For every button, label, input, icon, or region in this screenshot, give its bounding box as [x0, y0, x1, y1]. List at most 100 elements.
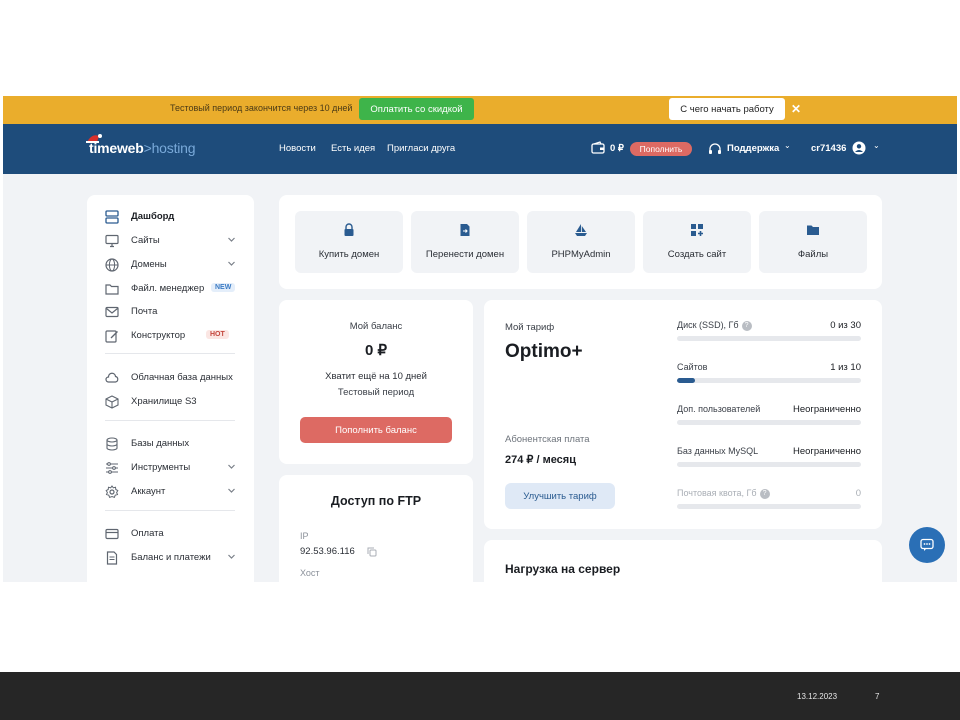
tariff-card: Мой тариф Optimo+ Абонентская плата 274 …	[484, 300, 882, 529]
sidebar-item-constructor[interactable]: Конструктор HOT	[87, 326, 254, 346]
ftp-host-label: Хост	[300, 568, 320, 578]
wallet-icon[interactable]	[591, 141, 605, 155]
nav-news[interactable]: Новости	[279, 143, 316, 154]
support-menu[interactable]: Поддержка	[727, 143, 779, 154]
chevron-down-icon[interactable]	[227, 486, 236, 495]
chat-button[interactable]	[909, 527, 945, 563]
ftp-ip-label: IP	[300, 531, 309, 541]
user-avatar-icon[interactable]	[852, 141, 866, 155]
sidebar-item-label: Инструменты	[131, 462, 191, 473]
sidebar-item-sites[interactable]: Сайты	[87, 231, 254, 251]
fee-label: Абонентская плата	[505, 434, 590, 445]
topup-button[interactable]: Пополнить	[630, 142, 692, 156]
chevron-down-icon[interactable]: ⌄	[873, 141, 880, 150]
file-transfer-icon	[460, 224, 470, 236]
balance-period: Тестовый период	[337, 387, 415, 398]
hosting-dashboard-screenshot: Тестовый период закончится через 10 дней…	[3, 96, 957, 582]
balance-amount: 0 ₽	[364, 342, 388, 359]
info-icon[interactable]: ?	[741, 320, 752, 331]
disk-label-text: Диск (SSD), Гб	[677, 320, 739, 330]
balance-days-left: Хватит ещё на 10 дней	[325, 371, 427, 382]
chevron-down-icon[interactable]	[227, 552, 236, 561]
new-badge: NEW	[211, 283, 236, 292]
phpmyadmin-tile[interactable]: PHPMyAdmin	[527, 211, 635, 273]
logo-accent: >hosting	[143, 140, 196, 156]
hot-badge: HOT	[206, 330, 229, 339]
username[interactable]: cr71436	[811, 143, 846, 154]
sidebar-item-payment[interactable]: Оплата	[87, 524, 254, 544]
close-icon[interactable]: ✕	[789, 101, 803, 117]
sidebar-item-domains[interactable]: Домены	[87, 255, 254, 275]
chevron-down-icon[interactable]	[227, 235, 236, 244]
upgrade-tariff-button[interactable]: Улучшить тариф	[505, 483, 615, 509]
server-load-card: Нагрузка на сервер	[484, 540, 882, 582]
fee-value: 274 ₽ / месяц	[505, 454, 576, 466]
sidebar-item-s3[interactable]: Хранилище S3	[87, 392, 254, 412]
chevron-down-icon[interactable]	[227, 462, 236, 471]
trial-text: Тестовый период закончится через 10 дней	[170, 103, 353, 113]
transfer-domain-tile[interactable]: Перенести домен	[411, 211, 519, 273]
box-icon	[105, 395, 119, 409]
sidebar-divider	[105, 510, 235, 511]
quick-actions-card: Купить домен Перенести домен PHPMyAdmin …	[279, 195, 882, 289]
chevron-down-icon[interactable]	[227, 259, 236, 268]
sites-progress-fill	[677, 378, 696, 383]
nav-idea[interactable]: Есть идея	[331, 143, 375, 154]
ftp-title: Доступ по FTP	[330, 494, 422, 508]
info-icon[interactable]: ?	[759, 488, 770, 499]
tile-label: PHPMyAdmin	[551, 249, 611, 260]
slide: Тестовый период закончится через 10 дней…	[0, 0, 960, 720]
balance-title: Мой баланс	[349, 321, 403, 332]
server-icon	[105, 210, 119, 224]
tariff-label: Мой тариф	[505, 322, 555, 333]
ftp-card: Доступ по FTP IP 92.53.96.116 Хост	[279, 475, 473, 582]
tile-label: Файлы	[797, 249, 829, 260]
globe-icon	[105, 258, 119, 272]
sidebar-item-label: Файл. менеджер	[131, 283, 205, 294]
database-icon	[106, 437, 118, 451]
sidebar-item-mail[interactable]: Почта	[87, 302, 254, 322]
sites-value: 1 из 10	[830, 362, 861, 373]
sites-progress	[677, 378, 861, 383]
users-label: Доп. пользователей	[677, 404, 761, 414]
topup-balance-button[interactable]: Пополнить баланс	[300, 417, 452, 443]
ship-icon	[575, 224, 587, 236]
mysql-progress	[677, 462, 861, 467]
sidebar-item-cloud-db[interactable]: Облачная база данных	[87, 368, 254, 388]
sidebar-item-databases[interactable]: Базы данных	[87, 434, 254, 454]
server-load-title: Нагрузка на сервер	[505, 562, 621, 576]
mail-quota-label: Почтовая квота, Гб?	[677, 488, 770, 499]
logo-main: timeweb	[89, 140, 144, 156]
logo[interactable]: timeweb>hosting	[89, 140, 196, 156]
sidebar-item-tools[interactable]: Инструменты	[87, 458, 254, 478]
mail-quota-label-text: Почтовая квота, Гб	[677, 488, 757, 498]
sidebar-item-account[interactable]: Аккаунт	[87, 482, 254, 502]
folder-icon	[105, 284, 119, 295]
tile-label: Создать сайт	[667, 249, 727, 260]
mail-quota-progress	[677, 504, 861, 509]
sidebar-item-label: Домены	[131, 259, 167, 270]
sidebar-item-file-manager[interactable]: Файл. менеджер NEW	[87, 279, 254, 299]
files-tile[interactable]: Файлы	[759, 211, 867, 273]
getting-started-button[interactable]: С чего начать работу	[669, 98, 785, 120]
sidebar-item-label: Дашборд	[131, 211, 175, 222]
mysql-label: Баз данных MySQL	[677, 446, 759, 456]
pay-discount-button[interactable]: Оплатить со скидкой	[359, 98, 474, 120]
sidebar-item-balance-payments[interactable]: Баланс и платежи	[87, 548, 254, 568]
nav-invite-friend[interactable]: Пригласи друга	[387, 143, 455, 154]
lock-icon	[344, 223, 354, 236]
sidebar-item-dashboard[interactable]: Дашборд	[87, 207, 254, 227]
create-site-tile[interactable]: Создать сайт	[643, 211, 751, 273]
gear-icon	[105, 485, 119, 499]
slide-page-number: 7	[875, 692, 880, 701]
chevron-down-icon[interactable]: ⌄	[784, 141, 791, 150]
edit-icon	[105, 330, 118, 343]
card-icon	[105, 528, 119, 540]
headset-icon[interactable]	[708, 142, 722, 156]
sidebar-item-label: Хранилище S3	[131, 396, 197, 407]
disk-label: Диск (SSD), Гб?	[677, 320, 752, 331]
sidebar-item-label: Сайты	[131, 235, 160, 246]
copy-icon[interactable]	[367, 547, 377, 557]
chat-icon	[920, 538, 934, 551]
buy-domain-tile[interactable]: Купить домен	[295, 211, 403, 273]
